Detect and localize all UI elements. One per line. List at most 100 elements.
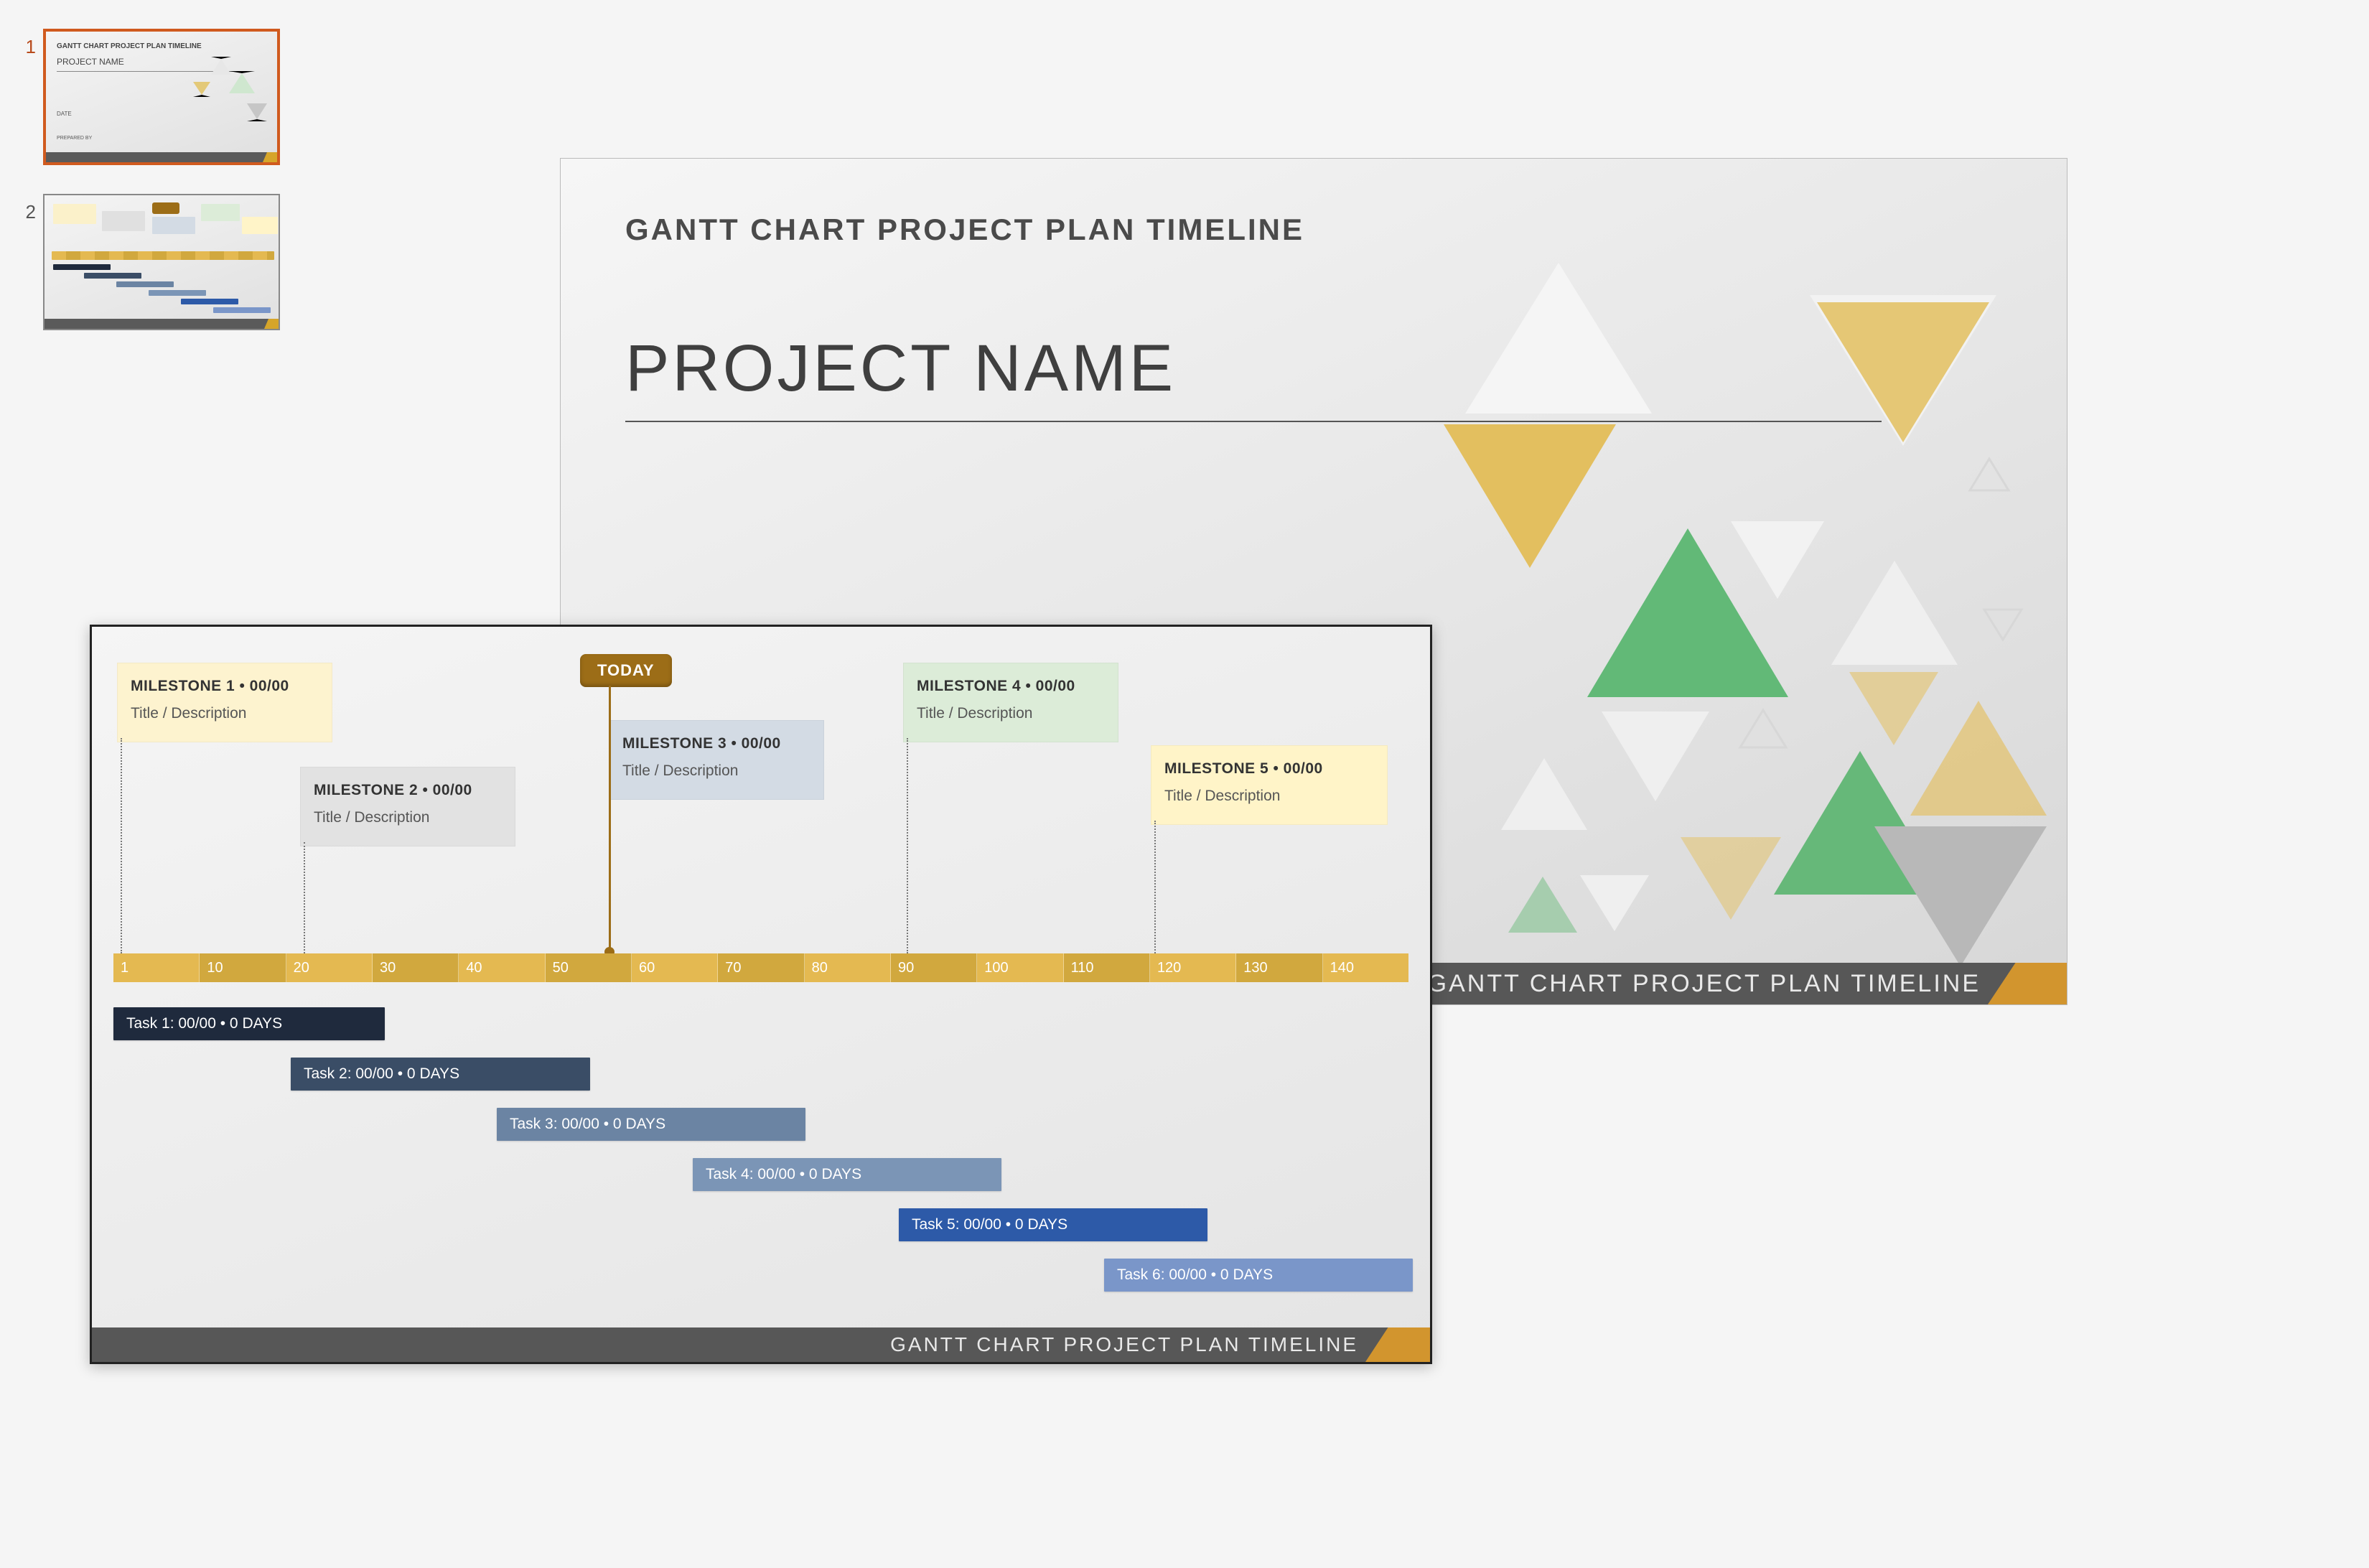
thumb1-footer-bar — [46, 152, 277, 162]
triangle-icon — [1817, 302, 1989, 442]
gantt-content: MILESTONE 1 • 00/00 Title / Description … — [92, 627, 1430, 1362]
milestone-title: MILESTONE 4 • 00/00 — [917, 675, 1105, 698]
milestone-desc: Title / Description — [1164, 785, 1374, 808]
thumb1-heading: GANTT CHART PROJECT PLAN TIMELINE — [57, 42, 202, 50]
ruler-tick: 60 — [632, 953, 718, 982]
milestone-desc: Title / Description — [917, 702, 1105, 725]
ruler-tick: 140 — [1323, 953, 1408, 982]
task-label: Task 3: 00/00 • 0 DAYS — [510, 1116, 665, 1133]
ruler-tick: 90 — [891, 953, 977, 982]
triangle-icon — [229, 71, 255, 93]
triangle-icon — [1501, 758, 1587, 830]
thumb2-today — [152, 202, 179, 214]
milestone-desc: Title / Description — [314, 806, 502, 829]
triangle-icon — [1910, 701, 2047, 816]
triangle-icon — [1580, 875, 1649, 931]
task-bar-4[interactable]: Task 4: 00/00 • 0 DAYS — [693, 1158, 1001, 1191]
milestone-connector-5 — [1154, 821, 1156, 953]
triangle-outline-icon — [1982, 607, 2024, 642]
thumbnail-2-number: 2 — [14, 201, 43, 223]
slide-thumbnail-2[interactable] — [43, 194, 280, 330]
milestone-card-4[interactable]: MILESTONE 4 • 00/00 Title / Description — [903, 663, 1118, 742]
milestone-card-5[interactable]: MILESTONE 5 • 00/00 Title / Description — [1151, 745, 1388, 825]
timeline-ruler: 1 10 20 30 40 50 60 70 80 90 100 110 120… — [113, 953, 1408, 982]
milestone-connector-2 — [304, 842, 305, 953]
gantt-footer-bar: GANTT CHART PROJECT PLAN TIMELINE — [92, 1327, 1430, 1362]
triangle-outline-icon — [1968, 457, 2011, 493]
thumb2-footer-bar — [45, 319, 279, 329]
slide-title[interactable]: PROJECT NAME — [625, 331, 1176, 406]
triangle-icon — [1602, 711, 1709, 801]
ruler-tick: 80 — [805, 953, 891, 982]
thumb2-task — [116, 281, 174, 287]
thumb2-card — [53, 204, 96, 224]
ruler-tick: 100 — [977, 953, 1063, 982]
thumb2-task — [213, 307, 271, 313]
task-bar-2[interactable]: Task 2: 00/00 • 0 DAYS — [291, 1058, 590, 1091]
slide-footer-text: GANTT CHART PROJECT PLAN TIMELINE — [1428, 970, 1981, 998]
thumb1-title: PROJECT NAME — [57, 57, 124, 67]
gantt-footer-text: GANTT CHART PROJECT PLAN TIMELINE — [890, 1333, 1358, 1356]
task-label: Task 6: 00/00 • 0 DAYS — [1117, 1266, 1273, 1284]
milestone-connector-1 — [121, 738, 122, 953]
gantt-slide-canvas[interactable]: MILESTONE 1 • 00/00 Title / Description … — [90, 625, 1432, 1364]
slide-heading[interactable]: GANTT CHART PROJECT PLAN TIMELINE — [625, 213, 1304, 247]
triangle-icon — [1831, 561, 1958, 665]
thumb2-task — [53, 264, 111, 270]
triangle-icon — [1731, 521, 1824, 599]
thumbnail-1-row: 1 GANTT CHART PROJECT PLAN TIMELINE PROJ… — [14, 29, 287, 165]
milestone-title: MILESTONE 2 • 00/00 — [314, 779, 502, 802]
triangle-icon — [1508, 877, 1577, 933]
thumb2-ruler — [52, 251, 274, 260]
task-label: Task 5: 00/00 • 0 DAYS — [912, 1216, 1067, 1233]
ruler-tick: 120 — [1150, 953, 1236, 982]
thumb1-prepared-label: PREPARED BY — [57, 136, 92, 141]
task-label: Task 1: 00/00 • 0 DAYS — [126, 1015, 282, 1032]
thumb2-card — [102, 211, 145, 231]
ruler-tick: 70 — [718, 953, 804, 982]
thumb1-date-label: DATE — [57, 111, 72, 117]
ruler-tick: 130 — [1236, 953, 1322, 982]
ruler-tick: 40 — [459, 953, 545, 982]
thumb2-task — [149, 290, 206, 296]
thumb2-task — [181, 299, 238, 304]
ruler-tick: 30 — [373, 953, 459, 982]
milestone-connector-4 — [907, 738, 908, 953]
thumbnail-2-row: 2 — [14, 194, 287, 330]
triangle-icon — [1465, 263, 1652, 414]
task-bar-3[interactable]: Task 3: 00/00 • 0 DAYS — [497, 1108, 805, 1141]
task-bar-1[interactable]: Task 1: 00/00 • 0 DAYS — [113, 1007, 385, 1040]
triangle-icon — [193, 82, 210, 97]
milestone-desc: Title / Description — [131, 702, 319, 725]
task-bar-5[interactable]: Task 5: 00/00 • 0 DAYS — [899, 1208, 1207, 1241]
thumb2-card — [152, 217, 195, 234]
triangle-icon — [1681, 837, 1781, 920]
triangle-icon — [1874, 826, 2047, 966]
triangle-icon — [211, 57, 231, 75]
milestone-title: MILESTONE 5 • 00/00 — [1164, 757, 1374, 780]
task-label: Task 4: 00/00 • 0 DAYS — [706, 1166, 861, 1183]
thumb2-card — [201, 204, 240, 221]
thumb2-card — [242, 217, 278, 234]
thumb2-task — [84, 273, 141, 279]
today-flag[interactable]: TODAY — [580, 654, 672, 687]
title-underline — [625, 421, 1882, 422]
ruler-tick: 110 — [1064, 953, 1150, 982]
ruler-tick: 10 — [200, 953, 286, 982]
triangle-icon — [247, 103, 267, 121]
task-label: Task 2: 00/00 • 0 DAYS — [304, 1065, 459, 1083]
ruler-tick: 50 — [546, 953, 632, 982]
milestone-card-2[interactable]: MILESTONE 2 • 00/00 Title / Description — [300, 767, 515, 846]
slide-thumbnail-1[interactable]: GANTT CHART PROJECT PLAN TIMELINE PROJEC… — [43, 29, 280, 165]
ruler-tick: 20 — [286, 953, 373, 982]
milestone-title: MILESTONE 3 • 00/00 — [622, 732, 810, 755]
milestone-card-1[interactable]: MILESTONE 1 • 00/00 Title / Description — [117, 663, 332, 742]
ruler-tick: 1 — [113, 953, 200, 982]
thumbnail-1-number: 1 — [14, 36, 43, 58]
task-bar-6[interactable]: Task 6: 00/00 • 0 DAYS — [1104, 1259, 1413, 1292]
today-label: TODAY — [597, 661, 655, 679]
milestone-title: MILESTONE 1 • 00/00 — [131, 675, 319, 698]
today-line — [609, 686, 611, 951]
milestone-card-3[interactable]: MILESTONE 3 • 00/00 Title / Description — [609, 720, 824, 800]
milestone-desc: Title / Description — [622, 760, 810, 783]
